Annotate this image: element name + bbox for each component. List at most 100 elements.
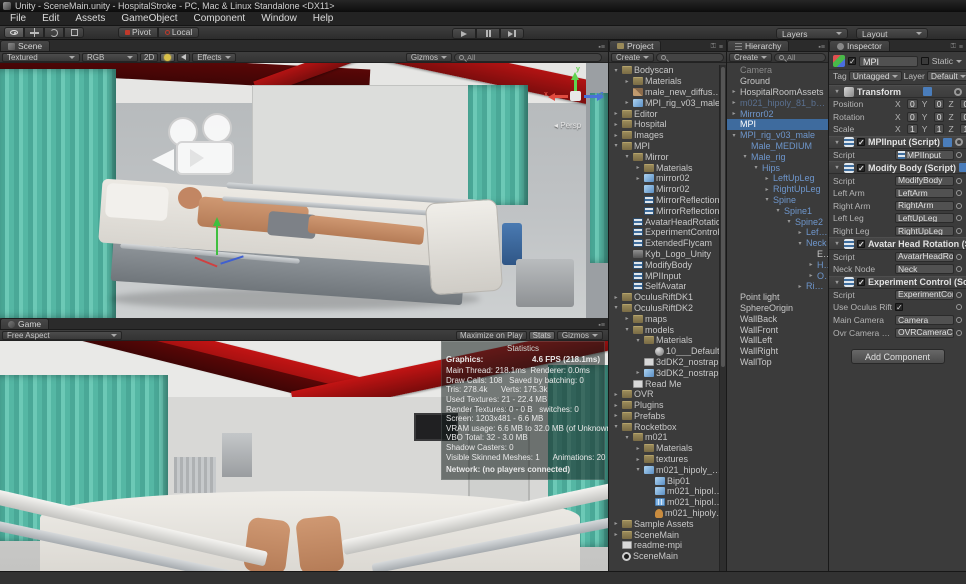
project-tree-item[interactable]: ▸ maps: [609, 313, 726, 324]
expand-arrow-icon[interactable]: ▸: [612, 412, 620, 419]
move-tool-button[interactable]: [24, 27, 44, 38]
component-header-avatar-head-rotation[interactable]: ▾ ✓ Avatar Head Rotation (Script: [829, 237, 966, 250]
project-tree-item[interactable]: ▸ Images: [609, 130, 726, 141]
object-picker-icon[interactable]: [956, 152, 962, 158]
project-tree-item[interactable]: ExperimentControl: [609, 227, 726, 238]
property-value-field[interactable]: RightUpLeg: [895, 226, 954, 236]
project-tree-item[interactable]: ExtendedFlycam: [609, 238, 726, 249]
project-tree-item[interactable]: ▸ 3dDK2_nostrap: [609, 367, 726, 378]
panel-menu-icon[interactable]: ≡: [959, 44, 966, 51]
project-tree-item[interactable]: Bip01: [609, 475, 726, 486]
expand-arrow-icon[interactable]: ▾: [833, 164, 841, 171]
expand-arrow-icon[interactable]: ▾: [623, 434, 631, 441]
project-tree-item[interactable]: Mirror02: [609, 184, 726, 195]
menu-item[interactable]: GameObject: [113, 12, 185, 26]
y-value-field[interactable]: 0: [934, 99, 945, 109]
maximize-on-play-toggle[interactable]: Maximize on Play: [456, 331, 527, 340]
component-enabled-checkbox[interactable]: ✓: [857, 240, 865, 248]
project-search-input[interactable]: [656, 53, 724, 62]
scene-audio-toggle[interactable]: [177, 53, 190, 62]
hierarchy-item[interactable]: MPI: [727, 119, 828, 130]
hierarchy-item[interactable]: ▸ RightShoulder: [727, 281, 828, 292]
expand-arrow-icon[interactable]: ▸: [612, 402, 620, 409]
gameobject-name-field[interactable]: MPI: [859, 56, 918, 67]
expand-arrow-icon[interactable]: ▾: [623, 326, 631, 333]
project-tree-item[interactable]: ▸ OVR: [609, 389, 726, 400]
expand-arrow-icon[interactable]: ▸: [807, 272, 815, 279]
expand-arrow-icon[interactable]: ▸: [634, 164, 642, 171]
local-toggle-button[interactable]: Local: [158, 27, 199, 38]
project-tree-item[interactable]: MPIInput: [609, 270, 726, 281]
z-value-field[interactable]: 0: [960, 99, 966, 109]
project-tree-item[interactable]: male_new_diffuse_v01: [609, 87, 726, 98]
scene-gizmos-dropdown[interactable]: Gizmos: [406, 53, 452, 62]
gear-icon[interactable]: [955, 138, 963, 146]
camera-gizmo-icon[interactable]: [150, 111, 280, 221]
hierarchy-item[interactable]: ▸ Head: [727, 259, 828, 270]
tab-hierarchy[interactable]: Hierarchy: [727, 40, 789, 51]
hierarchy-item[interactable]: WallFront: [727, 324, 828, 335]
y-value-field[interactable]: 0: [934, 112, 945, 122]
expand-arrow-icon[interactable]: ▾: [833, 240, 841, 247]
project-tree-item[interactable]: ▸ Materials: [609, 162, 726, 173]
property-value-field[interactable]: ExperimentContro: [895, 290, 954, 300]
hierarchy-item[interactable]: ▾ Spine1: [727, 205, 828, 216]
expand-arrow-icon[interactable]: ▸: [730, 88, 738, 95]
project-tree-item[interactable]: ▸ Plugins: [609, 400, 726, 411]
expand-arrow-icon[interactable]: ▾: [833, 279, 841, 286]
hierarchy-search-input[interactable]: All: [774, 53, 826, 62]
property-checkbox[interactable]: ✓: [895, 303, 903, 311]
expand-arrow-icon[interactable]: ▸: [763, 186, 771, 193]
expand-arrow-icon[interactable]: ▸: [634, 456, 642, 463]
static-dropdown-icon[interactable]: [956, 60, 962, 63]
create-dropdown[interactable]: Create: [611, 53, 654, 62]
layers-dropdown[interactable]: Layers: [776, 28, 848, 39]
project-tree-item[interactable]: Read Me: [609, 378, 726, 389]
pivot-toggle-button[interactable]: Pivot: [118, 27, 158, 38]
tab-scene[interactable]: Scene: [0, 40, 50, 51]
scene-lighting-toggle[interactable]: [160, 53, 175, 62]
draw-mode-dropdown[interactable]: Textured: [2, 53, 80, 62]
expand-arrow-icon[interactable]: ▸: [612, 520, 620, 527]
object-picker-icon[interactable]: [956, 228, 962, 234]
hierarchy-item[interactable]: Male_MEDIUM: [727, 141, 828, 152]
rotate-tool-button[interactable]: [44, 27, 64, 38]
component-enabled-checkbox[interactable]: ✓: [857, 164, 865, 172]
panel-menu-icon[interactable]: ▪≡: [818, 44, 828, 51]
expand-arrow-icon[interactable]: ▸: [612, 294, 620, 301]
active-checkbox[interactable]: ✓: [848, 57, 856, 65]
component-enabled-checkbox[interactable]: ✓: [857, 138, 865, 146]
hierarchy-item[interactable]: ▸ RightUpLeg: [727, 184, 828, 195]
object-picker-icon[interactable]: [956, 254, 962, 260]
help-icon[interactable]: [923, 87, 932, 96]
hierarchy-item[interactable]: ▸ m021_hipoly_81_bones: [727, 97, 828, 108]
project-tree-item[interactable]: SceneMain: [609, 551, 726, 562]
hierarchy-item[interactable]: ▸ LeftUpLeg: [727, 173, 828, 184]
expand-arrow-icon[interactable]: ▾: [634, 337, 642, 344]
hierarchy-item[interactable]: ▾ Neck: [727, 238, 828, 249]
hierarchy-item[interactable]: Point light: [727, 292, 828, 303]
project-tree-item[interactable]: ▾ models: [609, 324, 726, 335]
project-tree-item[interactable]: m021_hipoly_81_bones: [609, 497, 726, 508]
object-picker-icon[interactable]: [956, 215, 962, 221]
property-value-field[interactable]: LeftUpLeg: [895, 213, 954, 223]
project-tree-item[interactable]: 10___Default: [609, 346, 726, 357]
expand-arrow-icon[interactable]: ▸: [730, 110, 738, 117]
property-value-field[interactable]: OVRCameraControll: [895, 328, 954, 338]
tab-inspector[interactable]: Inspector: [829, 40, 890, 51]
step-button[interactable]: [500, 28, 524, 39]
project-tree-item[interactable]: ▸ Materials: [609, 76, 726, 87]
project-tree-item[interactable]: ModifyBody: [609, 259, 726, 270]
hierarchy-item[interactable]: ▸ HospitalRoomAssets: [727, 87, 828, 98]
project-tree-item[interactable]: ▸ Sample Assets: [609, 518, 726, 529]
expand-arrow-icon[interactable]: ▾: [763, 196, 771, 203]
stats-toggle[interactable]: Stats: [529, 331, 555, 340]
project-tree-item[interactable]: ▾ Materials: [609, 335, 726, 346]
static-checkbox[interactable]: [921, 57, 929, 65]
project-tree-item[interactable]: ▸ MPI_rig_v03_male: [609, 97, 726, 108]
object-picker-icon[interactable]: [956, 203, 962, 209]
project-tree-item[interactable]: ▸ SceneMain: [609, 529, 726, 540]
component-header-experiment-control[interactable]: ▾ ✓ Experiment Control (Script): [829, 276, 966, 289]
hierarchy-item[interactable]: WallTop: [727, 357, 828, 368]
menu-item[interactable]: Help: [305, 12, 342, 26]
